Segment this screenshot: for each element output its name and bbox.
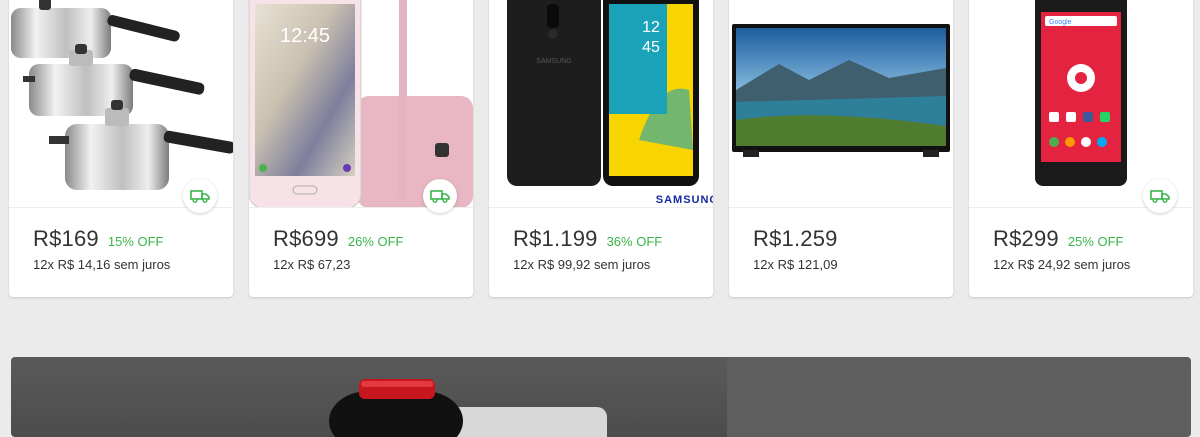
free-shipping-badge: [423, 179, 457, 213]
svg-text:SAMSUNG: SAMSUNG: [536, 58, 571, 65]
truck-icon: [1150, 190, 1170, 203]
installments-text: 12x R$ 24,92 sem juros: [993, 257, 1131, 272]
discount-badge: 26% OFF: [347, 234, 404, 249]
product-price: R$169: [33, 226, 99, 251]
brand-logo: SAMSUNG: [656, 194, 713, 206]
product-price: R$699: [273, 226, 339, 251]
product-image[interactable]: Google: [969, 0, 1193, 207]
installments-text: 12x R$ 14,16 sem juros: [33, 257, 171, 272]
product-image[interactable]: 12:45: [249, 0, 473, 207]
promo-banner[interactable]: [11, 357, 1191, 437]
product-image[interactable]: SAMSUNG 12 45 SAMSUNG: [489, 0, 713, 207]
pressure-cooker-top: [11, 0, 180, 58]
free-shipping-badge: [183, 179, 217, 213]
truck-icon: [190, 190, 210, 203]
truck-icon: [430, 190, 450, 203]
installments-text: 12x R$ 121,09: [753, 257, 838, 272]
samsung-screen-minute: 45: [642, 39, 660, 56]
discount-badge: 15% OFF: [107, 234, 164, 249]
product-card[interactable]: Google R$299 25% OFF 12x R$ 24,92 sem ju…: [969, 0, 1193, 297]
free-shipping-badge: [1143, 179, 1177, 213]
product-price: R$1.259: [753, 226, 838, 251]
product-image[interactable]: [9, 0, 233, 207]
google-search-label: Google: [1049, 19, 1072, 26]
product-price: R$299: [993, 226, 1059, 251]
banner-left-panel: [11, 357, 727, 437]
product-card[interactable]: R$1.259 12x R$ 121,09: [729, 0, 953, 297]
discount-badge: 25% OFF: [1067, 234, 1124, 249]
installments-text: 12x R$ 99,92 sem juros: [513, 257, 651, 272]
product-card[interactable]: 12:45 R$699 26% OFF 12x R$ 67,23: [249, 0, 473, 297]
product-image[interactable]: [729, 0, 953, 207]
product-carousel: R$169 15% OFF 12x R$ 14,16 sem juros 12:…: [0, 0, 1200, 300]
banner-right-panel: [727, 357, 1191, 437]
supplement-jar-image: [329, 379, 607, 437]
card-divider: [729, 207, 953, 208]
product-card[interactable]: SAMSUNG 12 45 SAMSUNG R$1.199 36% OFF 12…: [489, 0, 713, 297]
product-card[interactable]: R$169 15% OFF 12x R$ 14,16 sem juros: [9, 0, 233, 297]
product-price: R$1.199: [513, 226, 598, 251]
samsung-screen-hour: 12: [642, 19, 660, 36]
installments-text: 12x R$ 67,23: [273, 257, 351, 272]
discount-badge: 36% OFF: [606, 234, 663, 249]
lockscreen-time: 12:45: [280, 25, 330, 47]
card-divider: [489, 207, 713, 208]
